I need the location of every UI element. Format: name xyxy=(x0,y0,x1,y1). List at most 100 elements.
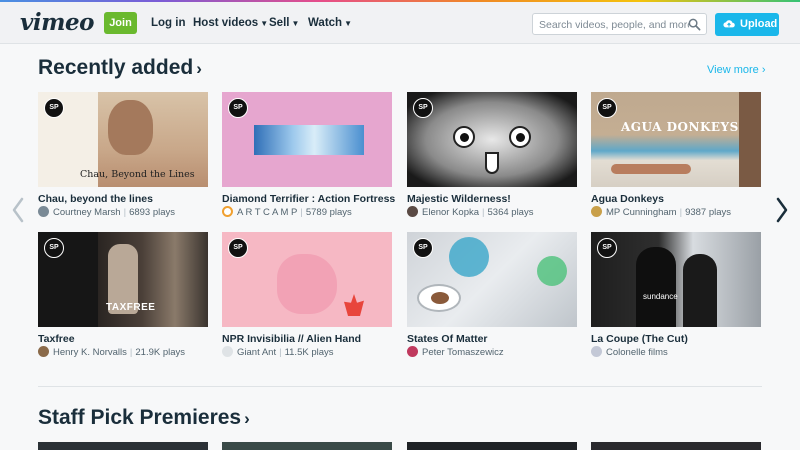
carousel-next-button[interactable] xyxy=(775,196,789,224)
eye-left xyxy=(453,126,475,148)
video-title[interactable]: Agua Donkeys xyxy=(591,193,664,205)
video-card[interactable]: SP Majestic Wilderness! Elenor Kopka | 536… xyxy=(407,92,577,218)
separator: | xyxy=(129,347,133,358)
thumbnail-image xyxy=(254,125,364,155)
video-thumbnail[interactable] xyxy=(591,442,761,450)
search-box[interactable] xyxy=(532,13,707,35)
video-card[interactable]: Chau, Beyond the Lines SP Chau, beyond t… xyxy=(38,92,208,218)
thumbnail-overlay-title: TAXFREE xyxy=(106,302,156,313)
chevron-right-icon: › xyxy=(196,59,202,78)
recently-added-heading[interactable]: Recently added › xyxy=(38,56,202,80)
video-author[interactable]: Elenor Kopka xyxy=(422,207,479,218)
thumbnail-image xyxy=(739,92,761,187)
video-title[interactable]: States Of Matter xyxy=(407,333,488,345)
search-input[interactable] xyxy=(539,17,689,32)
carousel-prev-button[interactable] xyxy=(11,196,25,224)
watch-menu[interactable]: Watch ▼ xyxy=(308,12,352,34)
video-card[interactable]: SP NPR Invisibilia // Alien Hand Giant A… xyxy=(222,232,392,358)
video-thumbnail[interactable]: sundance SP xyxy=(591,232,761,327)
staff-pick-badge: SP xyxy=(44,98,64,118)
avatar[interactable] xyxy=(407,206,418,217)
video-thumbnail[interactable]: SP xyxy=(222,232,392,327)
video-plays: 21.9K plays xyxy=(135,347,186,358)
host-videos-menu[interactable]: Host videos ▼ xyxy=(193,12,268,34)
video-thumbnail[interactable]: SP xyxy=(407,232,577,327)
tongue-shape xyxy=(485,152,499,174)
video-plays: 9387 plays xyxy=(685,207,732,218)
video-author[interactable]: Colonelle films xyxy=(606,347,668,358)
separator: | xyxy=(679,207,683,218)
video-author[interactable]: MP Cunningham xyxy=(606,207,677,218)
video-card[interactable]: sundance SP La Coupe (The Cut) Colonelle… xyxy=(591,232,761,358)
avatar[interactable] xyxy=(38,346,49,357)
upload-label: Upload xyxy=(740,18,778,30)
portrait-shape xyxy=(108,100,153,155)
video-title[interactable]: Majestic Wilderness! xyxy=(407,193,511,205)
thumbnail-overlay-title: AGUA DONKEYS xyxy=(621,120,739,134)
video-title[interactable]: Diamond Terrifier : Action Fortress xyxy=(222,193,395,205)
search-icon[interactable] xyxy=(688,18,701,31)
video-meta: Peter Tomaszewicz xyxy=(407,346,504,358)
video-author[interactable]: Courtney Marsh xyxy=(53,207,121,218)
section-divider xyxy=(38,386,762,387)
video-plays: 5789 plays xyxy=(305,207,352,218)
video-author[interactable]: Giant Ant xyxy=(237,347,276,358)
staff-pick-badge: SP xyxy=(228,98,248,118)
login-link[interactable]: Log in xyxy=(151,12,186,34)
staff-pick-badge: SP xyxy=(597,238,617,258)
video-card[interactable]: SP States Of Matter Peter Tomaszewicz xyxy=(407,232,577,358)
staff-pick-badge: SP xyxy=(44,238,64,258)
video-thumbnail[interactable]: TAXFREE SP xyxy=(38,232,208,327)
chevron-right-icon: › xyxy=(761,64,766,76)
video-thumbnail[interactable]: SP xyxy=(407,92,577,187)
thumbnail-overlay-title: sundance xyxy=(643,292,678,301)
video-plays: 5364 plays xyxy=(487,207,534,218)
avatar[interactable] xyxy=(591,206,602,217)
join-button[interactable]: Join xyxy=(104,12,137,34)
video-card[interactable]: SP Diamond Terrifier : Action Fortress A… xyxy=(222,92,395,218)
avatar[interactable] xyxy=(591,346,602,357)
video-meta: Giant Ant | 11.5K plays xyxy=(222,346,334,358)
video-thumbnail[interactable] xyxy=(38,442,208,450)
video-thumbnail[interactable] xyxy=(407,442,577,450)
video-author[interactable]: Peter Tomaszewicz xyxy=(422,347,504,358)
video-meta: Courtney Marsh | 6893 plays xyxy=(38,206,175,218)
avatar[interactable] xyxy=(222,346,233,357)
video-title[interactable]: Taxfree xyxy=(38,333,75,345)
view-more-link[interactable]: View more › xyxy=(707,64,766,76)
video-thumbnail[interactable]: SP xyxy=(222,92,392,187)
top-navigation: vimeo Join Log in Host videos ▼ Sell ▼ Wat… xyxy=(0,2,800,44)
video-thumbnail[interactable] xyxy=(222,442,392,450)
person-shape xyxy=(683,254,717,327)
video-thumbnail[interactable]: Chau, Beyond the Lines SP xyxy=(38,92,208,187)
video-author[interactable]: Henry K. Norvalls xyxy=(53,347,127,358)
sell-menu[interactable]: Sell ▼ xyxy=(269,12,299,34)
video-title[interactable]: La Coupe (The Cut) xyxy=(591,333,688,345)
video-plays: 6893 plays xyxy=(129,207,176,218)
staff-pick-badge: SP xyxy=(228,238,248,258)
staff-pick-badge: SP xyxy=(413,238,433,258)
avatar[interactable] xyxy=(407,346,418,357)
vimeo-logo[interactable]: vimeo xyxy=(20,9,94,36)
host-videos-label: Host videos xyxy=(193,17,259,29)
section-title-text: Recently added xyxy=(38,56,194,79)
video-meta: Henry K. Norvalls | 21.9K plays xyxy=(38,346,185,358)
view-more-label: View more xyxy=(707,64,759,76)
separator: | xyxy=(123,207,127,218)
video-meta: Elenor Kopka | 5364 plays xyxy=(407,206,533,218)
upload-button[interactable]: Upload xyxy=(715,13,779,36)
thumbnail-image xyxy=(277,254,337,314)
video-title[interactable]: NPR Invisibilia // Alien Hand xyxy=(222,333,361,345)
cup-shape xyxy=(417,284,461,312)
video-card[interactable]: TAXFREE SP Taxfree Henry K. Norvalls | 21.… xyxy=(38,232,208,358)
video-card[interactable]: AGUA DONKEYS SP Agua Donkeys MP Cunningh… xyxy=(591,92,761,218)
avatar[interactable] xyxy=(222,206,233,217)
video-meta: A R T C A M P | 5789 plays xyxy=(222,206,352,218)
avatar[interactable] xyxy=(38,206,49,217)
staff-pick-badge: SP xyxy=(413,98,433,118)
video-title[interactable]: Chau, beyond the lines xyxy=(38,193,153,205)
video-thumbnail[interactable]: AGUA DONKEYS SP xyxy=(591,92,761,187)
video-author[interactable]: A R T C A M P xyxy=(237,207,297,218)
watch-label: Watch xyxy=(308,17,343,29)
staff-pick-premieres-heading[interactable]: Staff Pick Premieres › xyxy=(38,406,250,430)
